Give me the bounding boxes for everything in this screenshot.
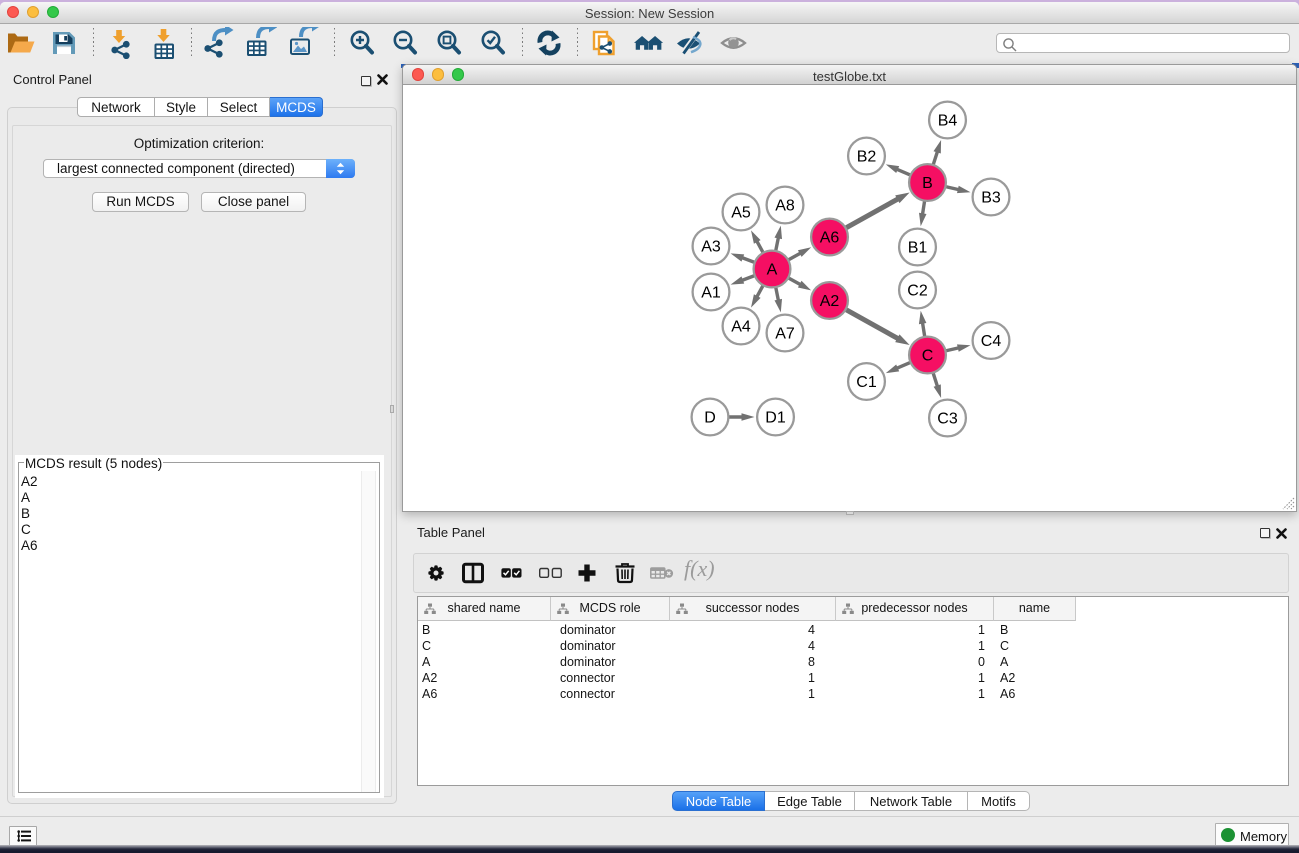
svg-text:B: B xyxy=(922,175,933,192)
svg-text:A6: A6 xyxy=(820,230,840,247)
svg-text:D1: D1 xyxy=(765,410,786,427)
svg-text:D: D xyxy=(704,410,716,427)
svg-text:B2: B2 xyxy=(857,149,877,166)
svg-text:B3: B3 xyxy=(981,190,1001,207)
svg-text:A4: A4 xyxy=(731,319,751,336)
svg-text:C3: C3 xyxy=(937,411,958,428)
svg-text:C2: C2 xyxy=(907,283,928,300)
svg-text:C: C xyxy=(922,348,934,365)
svg-text:A3: A3 xyxy=(701,239,721,256)
svg-text:A5: A5 xyxy=(731,205,751,222)
svg-text:C1: C1 xyxy=(856,374,877,391)
svg-text:B4: B4 xyxy=(938,113,958,130)
svg-text:A2: A2 xyxy=(820,293,840,310)
svg-text:C4: C4 xyxy=(981,333,1002,350)
svg-text:A: A xyxy=(767,262,778,279)
svg-text:A1: A1 xyxy=(701,285,721,302)
svg-text:A8: A8 xyxy=(775,198,795,215)
svg-text:B1: B1 xyxy=(908,240,928,257)
svg-text:A7: A7 xyxy=(775,326,795,343)
